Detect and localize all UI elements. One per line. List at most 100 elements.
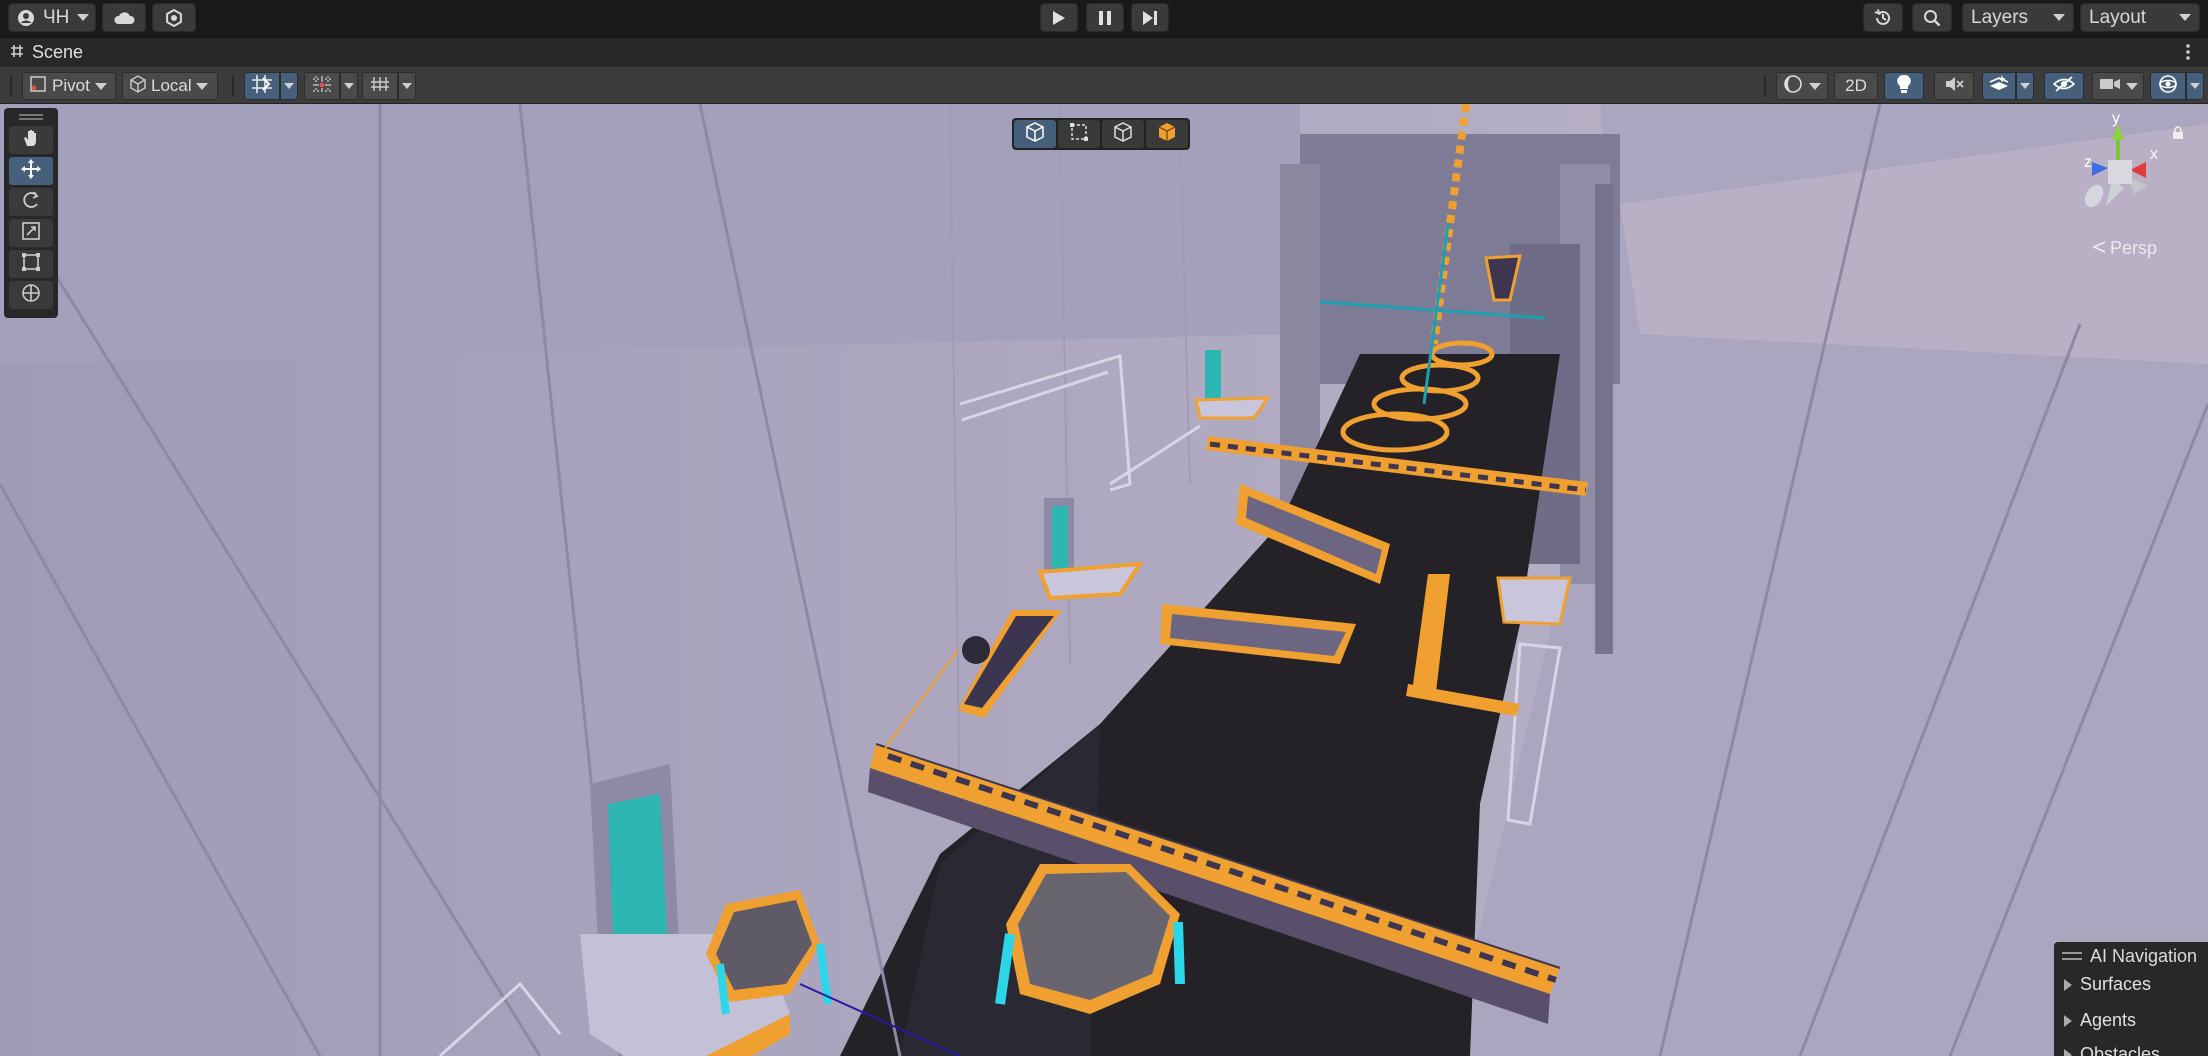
account-dropdown[interactable]: ЧН — [8, 3, 96, 32]
ai-navigation-title: AI Navigation — [2090, 945, 2198, 966]
ai-nav-item-label: Surfaces — [2080, 974, 2152, 994]
search-button[interactable] — [1912, 3, 1952, 32]
snap-grid-icon — [251, 74, 273, 99]
hidden-objects-icon — [2052, 75, 2076, 98]
audio-toggle[interactable] — [1934, 72, 1974, 100]
gizmos-icon — [2157, 73, 2179, 100]
effects-dropdown[interactable] — [2016, 72, 2034, 100]
toolbar-divider — [232, 75, 234, 97]
grid-snap-dropdown[interactable] — [280, 72, 298, 100]
shading-mode-dropdown[interactable] — [1776, 72, 1828, 100]
lighting-toggle[interactable] — [1884, 72, 1924, 100]
layers-label: Layers — [1971, 6, 2029, 28]
lock-icon[interactable] — [2172, 126, 2184, 145]
hand-tool-icon — [21, 128, 41, 153]
cloud-icon — [113, 11, 135, 25]
play-icon — [1052, 10, 1066, 26]
toggle-2d-button[interactable]: 2D — [1834, 72, 1878, 100]
orientation-cube-button[interactable] — [1014, 120, 1056, 148]
services-icon — [165, 8, 183, 27]
rotate-tool-icon — [21, 190, 41, 215]
tab-bar: Scene — [0, 38, 2208, 66]
wire-cube-icon — [1113, 121, 1133, 147]
services-button[interactable] — [152, 3, 196, 32]
step-button[interactable] — [1131, 3, 1169, 32]
layers-dropdown[interactable]: Layers — [1962, 3, 2074, 32]
scene-toolbar: Pivot Local 2D — [0, 66, 2208, 104]
lighting-icon — [1896, 74, 1912, 99]
shaded-cube-button[interactable] — [1146, 120, 1188, 148]
orientation-overlay — [1012, 118, 1190, 150]
kebab-menu-icon[interactable] — [2184, 42, 2192, 67]
wire-cube-button[interactable] — [1102, 120, 1144, 148]
rect-orientation-button[interactable] — [1058, 120, 1100, 148]
rect-tool-icon — [21, 252, 41, 277]
tab-scene-label: Scene — [32, 41, 84, 62]
search-icon — [1923, 9, 1941, 27]
chevron-down-icon — [2020, 83, 2030, 89]
increment-snap-button[interactable] — [304, 72, 340, 100]
chevron-down-icon — [284, 83, 294, 89]
expand-triangle-icon — [2064, 1014, 2072, 1027]
scene-viewport[interactable] — [0, 104, 2208, 1056]
chevron-down-icon — [402, 83, 412, 89]
transform-tool-button[interactable] — [9, 281, 53, 309]
effects-icon — [1988, 74, 2010, 99]
chevron-down-icon — [77, 14, 90, 21]
chevron-down-icon — [2053, 14, 2065, 21]
toolbar-divider — [1764, 75, 1766, 97]
hand-tool-button[interactable] — [9, 126, 53, 154]
local-dropdown[interactable]: Local — [122, 72, 218, 100]
gizmo-z-label: z — [2084, 154, 2092, 171]
camera-dropdown[interactable] — [2092, 72, 2144, 100]
camera-icon — [2099, 76, 2121, 97]
ai-navigation-header[interactable]: AI Navigation — [2054, 942, 2208, 970]
tools-overlay — [4, 108, 58, 318]
layout-dropdown[interactable]: Layout — [2080, 3, 2200, 32]
move-tool-icon — [20, 158, 42, 185]
ai-navigation-overlay: AI Navigation Surfaces Agents Obstacles — [2054, 942, 2208, 1056]
expand-triangle-icon — [2064, 1048, 2072, 1056]
grid-visibility-dropdown[interactable] — [398, 72, 416, 100]
shaded-cube-icon — [1157, 122, 1177, 147]
gizmo-y-label: y — [2112, 110, 2120, 127]
grid-snap-button[interactable] — [244, 72, 280, 100]
gizmos-dropdown[interactable] — [2186, 72, 2204, 100]
hidden-objects-toggle[interactable] — [2044, 72, 2084, 100]
cloud-button[interactable] — [102, 3, 146, 32]
increment-snap-dropdown[interactable] — [340, 72, 358, 100]
history-icon — [1873, 8, 1893, 28]
pivot-dropdown[interactable]: Pivot — [22, 72, 116, 100]
transform-tool-icon — [21, 283, 41, 308]
ai-nav-item-surfaces[interactable]: Surfaces — [2064, 974, 2151, 995]
effects-toggle[interactable] — [1982, 72, 2016, 100]
chevron-down-icon — [2126, 82, 2138, 90]
pause-icon — [1098, 10, 1112, 26]
pause-button[interactable] — [1086, 3, 1124, 32]
play-button[interactable] — [1040, 3, 1078, 32]
main-toolbar: ЧН Layers Layout — [0, 0, 2208, 36]
grid-visibility-button[interactable] — [362, 72, 398, 100]
chevron-down-icon — [2179, 14, 2191, 21]
expand-triangle-icon — [2064, 978, 2072, 991]
rotate-tool-button[interactable] — [9, 188, 53, 216]
chevron-down-icon — [344, 83, 354, 89]
ai-nav-item-agents[interactable]: Agents — [2064, 1010, 2136, 1031]
tab-scene[interactable]: Scene — [10, 41, 83, 63]
overlay-grip-icon — [2062, 952, 2082, 960]
gizmo-x-label: x — [2150, 146, 2158, 163]
chevron-down-icon — [2190, 83, 2200, 89]
projection-toggle[interactable]: Persp — [2092, 238, 2157, 259]
pivot-label: Pivot — [52, 76, 90, 95]
gizmos-toggle[interactable] — [2150, 72, 2186, 100]
pivot-icon — [29, 75, 47, 98]
scale-tool-button[interactable] — [9, 219, 53, 247]
scale-tool-icon — [21, 221, 41, 246]
chevron-down-icon — [1809, 82, 1821, 90]
move-tool-button[interactable] — [9, 157, 53, 185]
ai-nav-item-obstacles[interactable]: Obstacles — [2064, 1044, 2160, 1056]
rect-tool-button[interactable] — [9, 250, 53, 278]
scene-render — [0, 104, 2208, 1056]
overlay-grip[interactable] — [19, 114, 43, 120]
history-button[interactable] — [1863, 3, 1903, 32]
